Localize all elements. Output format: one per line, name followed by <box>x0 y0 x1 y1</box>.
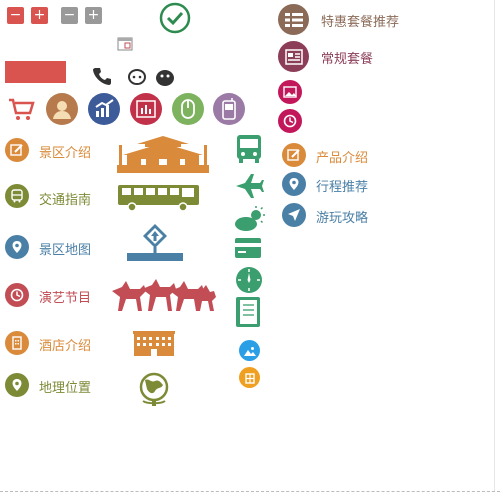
itinerary-link[interactable]: 行程推荐 <box>316 176 368 195</box>
globe-illustration <box>135 371 173 411</box>
red-bar-button[interactable] <box>5 61 66 83</box>
scenic-intro-link[interactable]: 景区介绍 <box>39 142 91 161</box>
road-sign-illustration <box>127 222 183 266</box>
newspaper-icon[interactable] <box>278 41 309 72</box>
scenic-edit-icon[interactable] <box>5 138 29 162</box>
bottom-divider <box>0 491 500 492</box>
promo-list-icon[interactable] <box>278 4 309 35</box>
navigation-icon[interactable] <box>282 203 306 227</box>
zoom-in-button-red[interactable]: + <box>31 7 48 24</box>
credit-card-icon[interactable] <box>234 236 262 264</box>
image-icon[interactable] <box>278 80 302 104</box>
map-pin-icon[interactable] <box>5 235 29 259</box>
travel-guide-link[interactable]: 游玩攻略 <box>316 207 368 226</box>
scenic-map-link[interactable]: 景区地图 <box>39 239 91 258</box>
traffic-guide-link[interactable]: 交通指南 <box>39 189 91 208</box>
regular-package-link[interactable]: 常规套餐 <box>321 48 373 67</box>
shopping-cart-icon[interactable] <box>7 96 35 126</box>
bar-chart-icon[interactable] <box>130 93 162 125</box>
bus-icon[interactable] <box>5 184 29 208</box>
mobile-phone-icon[interactable] <box>213 93 245 125</box>
page-edge-line <box>494 0 495 491</box>
location-icon[interactable] <box>5 373 29 397</box>
weather-sun-cloud-icon[interactable] <box>234 206 266 236</box>
airplane-icon[interactable] <box>234 172 264 204</box>
chat-outline-icon[interactable] <box>127 68 147 90</box>
zoom-in-button-gray[interactable]: + <box>85 7 102 24</box>
horse-riders-illustration <box>110 277 218 319</box>
itinerary-pin-icon[interactable] <box>282 172 306 196</box>
hotel-intro-link[interactable]: 酒店介绍 <box>39 335 91 354</box>
show-clock-icon[interactable] <box>5 283 29 307</box>
building-badge-icon[interactable] <box>239 367 260 388</box>
product-intro-link[interactable]: 产品介绍 <box>316 147 368 166</box>
bus-front-icon[interactable] <box>234 133 264 169</box>
geo-location-link[interactable]: 地理位置 <box>39 377 91 396</box>
landscape-photo-icon[interactable] <box>239 340 260 361</box>
zoom-out-button-gray[interactable]: − <box>61 7 78 24</box>
zoom-out-button-red[interactable]: − <box>7 7 24 24</box>
notebook-icon[interactable] <box>234 296 262 332</box>
hotel-building-illustration <box>133 329 175 361</box>
promo-package-link[interactable]: 特惠套餐推荐 <box>321 11 399 30</box>
growth-chart-icon[interactable] <box>88 93 120 125</box>
hotel-building-icon[interactable] <box>5 331 29 355</box>
check-circle-icon[interactable] <box>159 2 191 38</box>
tour-bus-illustration <box>117 183 201 217</box>
mouse-icon[interactable] <box>172 93 204 125</box>
product-edit-icon[interactable] <box>282 143 306 167</box>
chat-filled-icon[interactable] <box>154 67 176 91</box>
tiananmen-illustration <box>117 135 209 177</box>
compass-dial-icon[interactable] <box>234 265 264 299</box>
phone-icon[interactable] <box>92 66 112 90</box>
performance-link[interactable]: 演艺节目 <box>39 287 91 306</box>
calendar-icon[interactable] <box>117 36 133 55</box>
clock-icon[interactable] <box>278 109 302 133</box>
user-avatar-icon[interactable] <box>46 93 78 125</box>
